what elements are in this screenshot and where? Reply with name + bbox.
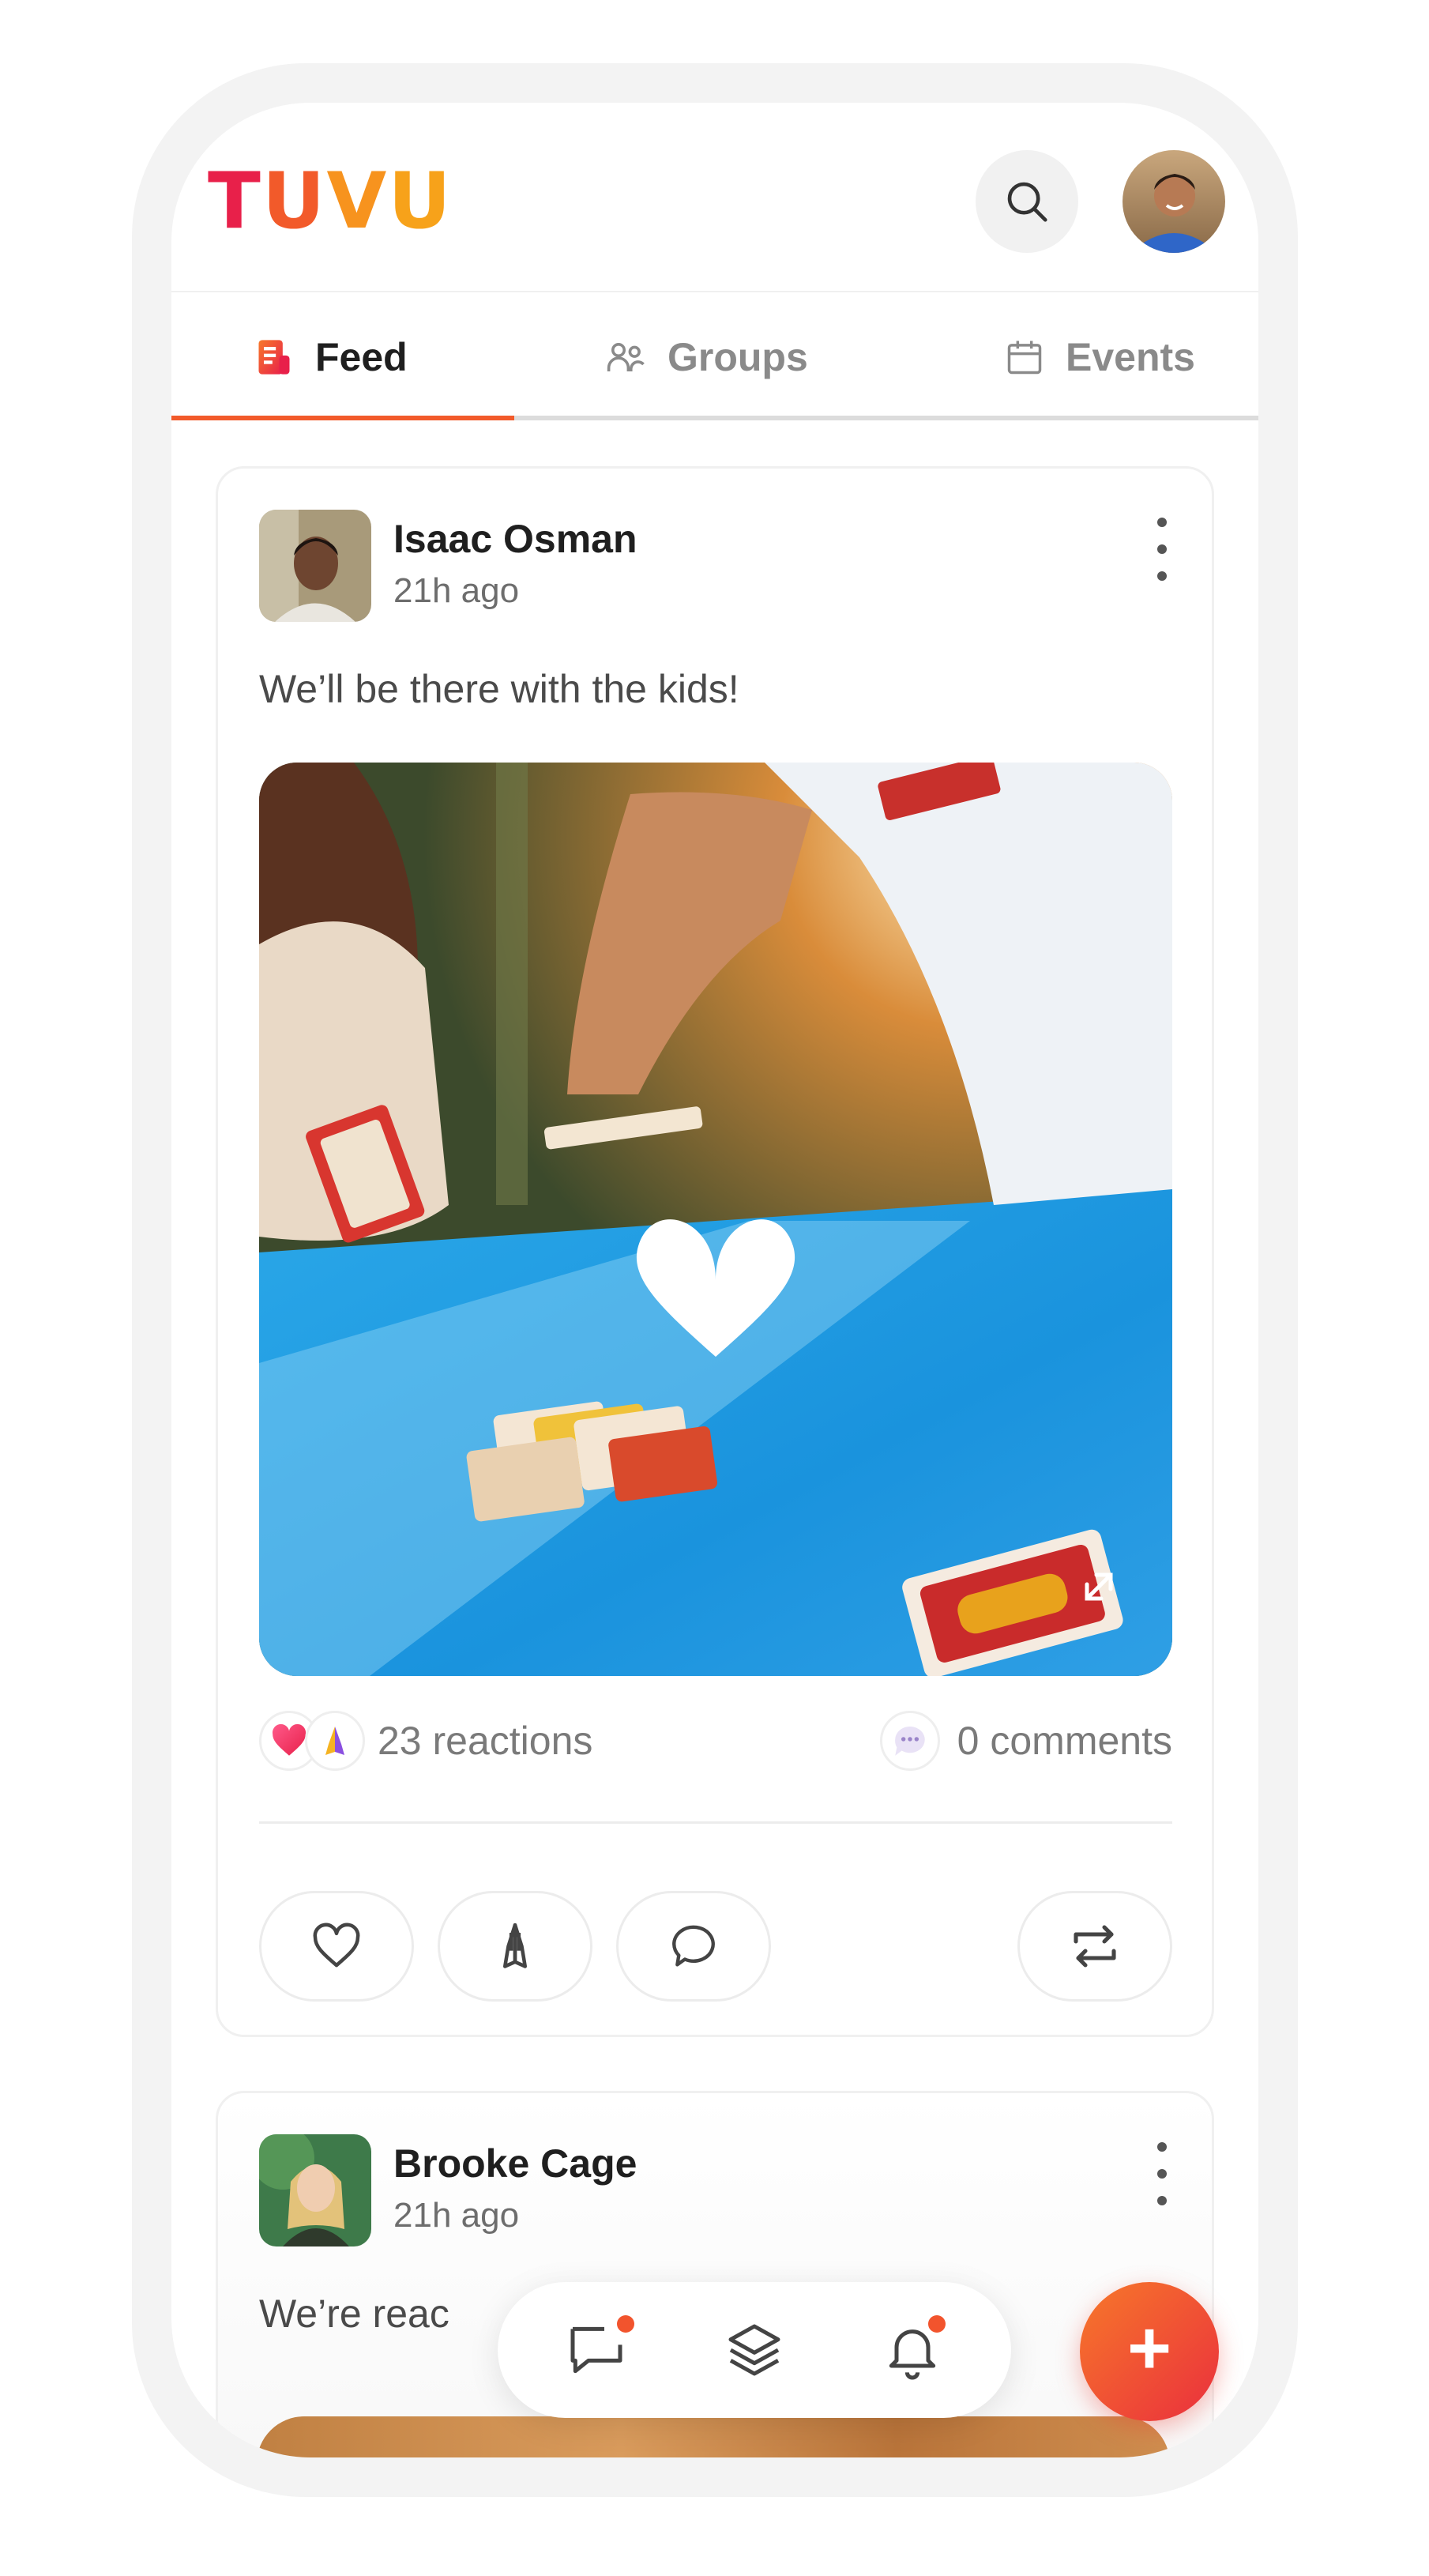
- comment-bubble-icon: [879, 1711, 940, 1771]
- search-icon: [1007, 182, 1047, 222]
- tab-feed-label: Feed: [315, 335, 408, 379]
- create-post-button[interactable]: +: [1080, 2282, 1219, 2421]
- bottom-nav: [498, 2282, 1011, 2418]
- pray-reaction-icon: [305, 1711, 365, 1771]
- post-author[interactable]: Brooke Cage: [393, 2141, 637, 2186]
- more-options-icon[interactable]: [1150, 2142, 1174, 2205]
- like-button[interactable]: [259, 1891, 414, 2002]
- tab-bar: Feed Groups Events: [171, 294, 1258, 420]
- feed-icon: [258, 340, 290, 375]
- post-timestamp: 21h ago: [393, 2196, 520, 2235]
- active-tab-indicator: [171, 416, 514, 420]
- more-options-icon[interactable]: [1150, 518, 1174, 581]
- messages-button[interactable]: [557, 2310, 636, 2390]
- app-header: TUVU: [171, 103, 1258, 292]
- calendar-icon: [1007, 341, 1042, 375]
- comment-icon: [672, 1925, 715, 1967]
- app-logo[interactable]: TUVU: [208, 158, 453, 245]
- notification-dot: [928, 2315, 946, 2333]
- author-avatar[interactable]: [259, 510, 371, 622]
- comments-count: 0 comments: [957, 1719, 1172, 1763]
- post-author[interactable]: Isaac Osman: [393, 516, 637, 562]
- tab-events[interactable]: Events: [1004, 294, 1195, 420]
- comments-summary[interactable]: 0 comments: [879, 1701, 1172, 1780]
- tab-groups[interactable]: Groups: [604, 294, 808, 420]
- heart-icon: [313, 1923, 360, 1968]
- layers-icon: [728, 2324, 780, 2376]
- tab-groups-label: Groups: [667, 335, 808, 379]
- layers-button[interactable]: [715, 2310, 794, 2390]
- repost-button[interactable]: [1017, 1891, 1172, 2002]
- post-text: We’ll be there with the kids!: [259, 667, 739, 711]
- pray-icon: [502, 1923, 528, 1968]
- notification-dot: [617, 2315, 634, 2333]
- post-text: We’re reac: [259, 2292, 449, 2336]
- app-screen: TUVU Feed Groups Events Isaac Osman 21h …: [171, 103, 1258, 2457]
- tab-events-label: Events: [1066, 335, 1195, 379]
- pray-button[interactable]: [438, 1891, 592, 2002]
- post-timestamp: 21h ago: [393, 571, 520, 610]
- tab-feed[interactable]: Feed: [254, 294, 408, 420]
- user-avatar[interactable]: [1123, 150, 1225, 253]
- post-image[interactable]: [259, 763, 1172, 1676]
- groups-icon: [607, 343, 645, 371]
- search-button[interactable]: [976, 150, 1078, 253]
- post-card: Isaac Osman 21h ago We’ll be there with …: [216, 466, 1214, 2037]
- divider: [259, 1821, 1172, 1824]
- reactions-count: 23 reactions: [378, 1719, 593, 1763]
- phone-frame: TUVU Feed Groups Events Isaac Osman 21h …: [132, 63, 1298, 2497]
- comment-button[interactable]: [616, 1891, 771, 2002]
- author-avatar[interactable]: [259, 2134, 371, 2246]
- notifications-button[interactable]: [873, 2310, 952, 2390]
- reactions-summary[interactable]: 23 reactions 0 comments: [259, 1701, 1172, 1780]
- repost-icon: [1074, 1925, 1116, 1968]
- post-image[interactable]: [257, 2416, 1170, 2457]
- plus-icon: +: [1126, 2306, 1172, 2390]
